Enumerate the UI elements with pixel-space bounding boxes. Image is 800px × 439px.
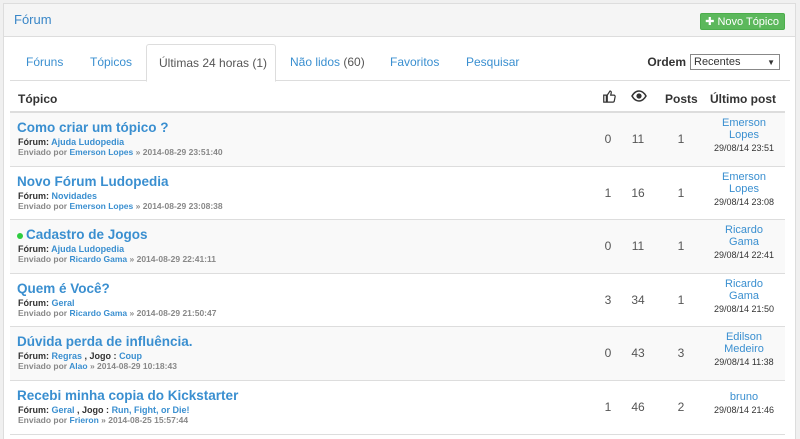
posts-count: 1 xyxy=(677,292,685,307)
posts-count: 3 xyxy=(677,346,685,361)
author-link[interactable]: Emerson Lopes xyxy=(70,201,134,211)
table-header: Tópico Posts Último post xyxy=(10,86,785,113)
order-control: Ordem Recentes ▼ xyxy=(647,54,780,70)
views-count: 16 xyxy=(631,185,645,200)
column-last-post: Último post xyxy=(710,92,776,106)
last-post-author-link[interactable]: Emerson Lopes xyxy=(704,171,784,195)
topic-title-link[interactable]: Novo Fórum Ludopedia xyxy=(17,174,169,189)
forum-line: Fórum: Geral xyxy=(18,297,75,308)
forum-link[interactable]: Geral xyxy=(52,405,75,415)
dropdown-arrow-icon: ▼ xyxy=(767,57,775,67)
posts-count: 1 xyxy=(677,239,685,254)
author-link[interactable]: Frieron xyxy=(70,415,99,425)
last-post: Ricardo Gama 29/08/14 21:50 xyxy=(704,278,784,315)
views-count: 46 xyxy=(631,399,645,414)
likes-count: 0 xyxy=(604,346,612,361)
forum-line: Fórum: Novidades xyxy=(18,190,98,201)
sent-line: Enviado por Ricardo Gama » 2014-08-29 22… xyxy=(18,254,217,265)
forum-link[interactable]: Ajuda Ludopedia xyxy=(51,137,124,147)
posts-count: 1 xyxy=(677,132,685,146)
last-post-date: 29/08/14 21:46 xyxy=(713,404,775,415)
likes-count: 0 xyxy=(604,132,612,146)
last-post: Emerson Lopes 29/08/14 23:08 xyxy=(704,171,784,208)
tab-topics[interactable]: Tópicos xyxy=(78,44,144,81)
order-selected-value: Recentes xyxy=(694,56,741,68)
likes-count: 1 xyxy=(604,185,612,200)
new-topic-button[interactable]: ✚ Novo Tópico xyxy=(700,13,785,30)
sent-line: Enviado por Alao » 2014-08-29 10:18:43 xyxy=(18,361,177,372)
last-post-date: 29/08/14 22:41 xyxy=(713,250,775,261)
views-count: 11 xyxy=(631,132,645,146)
order-select[interactable]: Recentes ▼ xyxy=(690,54,780,70)
last-post-author-link[interactable]: bruno xyxy=(704,391,784,403)
page-title: Fórum xyxy=(14,12,52,27)
views-count: 43 xyxy=(631,346,645,361)
last-post-date: 29/08/14 23:08 xyxy=(713,196,775,207)
last-post: Emerson Lopes 29/08/14 23:51 xyxy=(704,117,784,154)
last-post-author-link[interactable]: Edilson Medeiro xyxy=(704,331,784,355)
last-post-date: 29/08/14 21:50 xyxy=(713,303,775,314)
topic-title-link[interactable]: Quem é Você? xyxy=(17,281,110,296)
game-link[interactable]: Coup xyxy=(119,351,142,361)
game-link[interactable]: Run, Fight, or Die! xyxy=(112,405,190,415)
panel-header: Fórum ✚ Novo Tópico xyxy=(4,4,795,37)
forum-link[interactable]: Ajuda Ludopedia xyxy=(51,244,124,254)
table-row: Cadastro de Jogos Fórum: Ajuda Ludopedia… xyxy=(10,220,785,274)
author-link[interactable]: Ricardo Gama xyxy=(70,254,128,264)
sent-line: Enviado por Frieron » 2014-08-25 15:57:4… xyxy=(18,414,189,425)
table-row: Quem é Você? Fórum: Geral Enviado por Ri… xyxy=(10,274,785,328)
author-link[interactable]: Emerson Lopes xyxy=(70,147,134,157)
eye-icon xyxy=(631,90,647,105)
posts-count: 2 xyxy=(677,399,685,414)
forum-line: Fórum: Regras , Jogo : Coup xyxy=(18,351,143,362)
last-post-author-link[interactable]: Emerson Lopes xyxy=(704,117,784,141)
table-row: Dúvida perda de influência. Fórum: Regra… xyxy=(10,327,785,381)
sent-line: Enviado por Emerson Lopes » 2014-08-29 2… xyxy=(18,147,223,157)
last-post-date: 29/08/14 23:51 xyxy=(713,143,775,153)
likes-count: 3 xyxy=(604,292,612,307)
last-post: bruno 29/08/14 21:46 xyxy=(704,391,784,416)
table-row: Como criar um tópico ? Fórum: Ajuda Ludo… xyxy=(10,113,785,167)
last-post-author-link[interactable]: Ricardo Gama xyxy=(704,224,784,248)
new-topic-label: Novo Tópico xyxy=(717,15,779,28)
topic-title-link[interactable]: Como criar um tópico ? xyxy=(17,120,169,135)
topic-title-link[interactable]: Cadastro de Jogos xyxy=(17,227,148,242)
views-count: 11 xyxy=(631,239,645,254)
forum-line: Fórum: Ajuda Ludopedia xyxy=(18,244,125,255)
forum-link[interactable]: Geral xyxy=(52,298,75,308)
forum-link[interactable]: Regras xyxy=(52,351,83,361)
tab-search[interactable]: Pesquisar xyxy=(454,44,531,81)
forum-line: Fórum: Geral , Jogo : Run, Fight, or Die… xyxy=(18,404,190,415)
last-post-author-link[interactable]: Ricardo Gama xyxy=(704,278,784,302)
tab-unread[interactable]: Não lidos (60) xyxy=(278,44,377,81)
author-link[interactable]: Alao xyxy=(69,361,87,371)
forum-line: Fórum: Ajuda Ludopedia xyxy=(18,137,125,147)
topic-list: Como criar um tópico ? Fórum: Ajuda Ludo… xyxy=(10,113,785,435)
tab-forums[interactable]: Fóruns xyxy=(14,44,75,81)
thumbs-up-icon xyxy=(602,89,616,106)
forum-link[interactable]: Novidades xyxy=(52,191,98,201)
likes-count: 0 xyxy=(604,239,612,254)
sent-line: Enviado por Ricardo Gama » 2014-08-29 21… xyxy=(18,307,217,318)
tab-favorites[interactable]: Favoritos xyxy=(378,44,451,81)
plus-icon: ✚ xyxy=(705,16,715,28)
likes-count: 1 xyxy=(604,399,612,414)
order-label: Ordem xyxy=(647,55,686,69)
tab-last-24-hours[interactable]: Últimas 24 horas (1) xyxy=(146,44,276,82)
table-row: Novo Fórum Ludopedia Fórum: Novidades En… xyxy=(10,167,785,221)
author-link[interactable]: Ricardo Gama xyxy=(70,308,128,318)
table-row: Recebi minha copia do Kickstarter Fórum:… xyxy=(10,381,785,435)
column-posts: Posts xyxy=(665,92,698,106)
posts-count: 1 xyxy=(677,185,685,200)
column-topic: Tópico xyxy=(18,92,58,106)
sent-line: Enviado por Emerson Lopes » 2014-08-29 2… xyxy=(18,200,223,211)
last-post-date: 29/08/14 11:38 xyxy=(714,357,774,368)
topic-title-link[interactable]: Dúvida perda de influência. xyxy=(17,334,193,349)
last-post: Ricardo Gama 29/08/14 22:41 xyxy=(704,224,784,261)
topic-title-link[interactable]: Recebi minha copia do Kickstarter xyxy=(17,388,238,403)
views-count: 34 xyxy=(631,292,645,307)
new-topic-dot-icon xyxy=(17,232,23,239)
last-post: Edilson Medeiro 29/08/14 11:38 xyxy=(704,331,784,368)
